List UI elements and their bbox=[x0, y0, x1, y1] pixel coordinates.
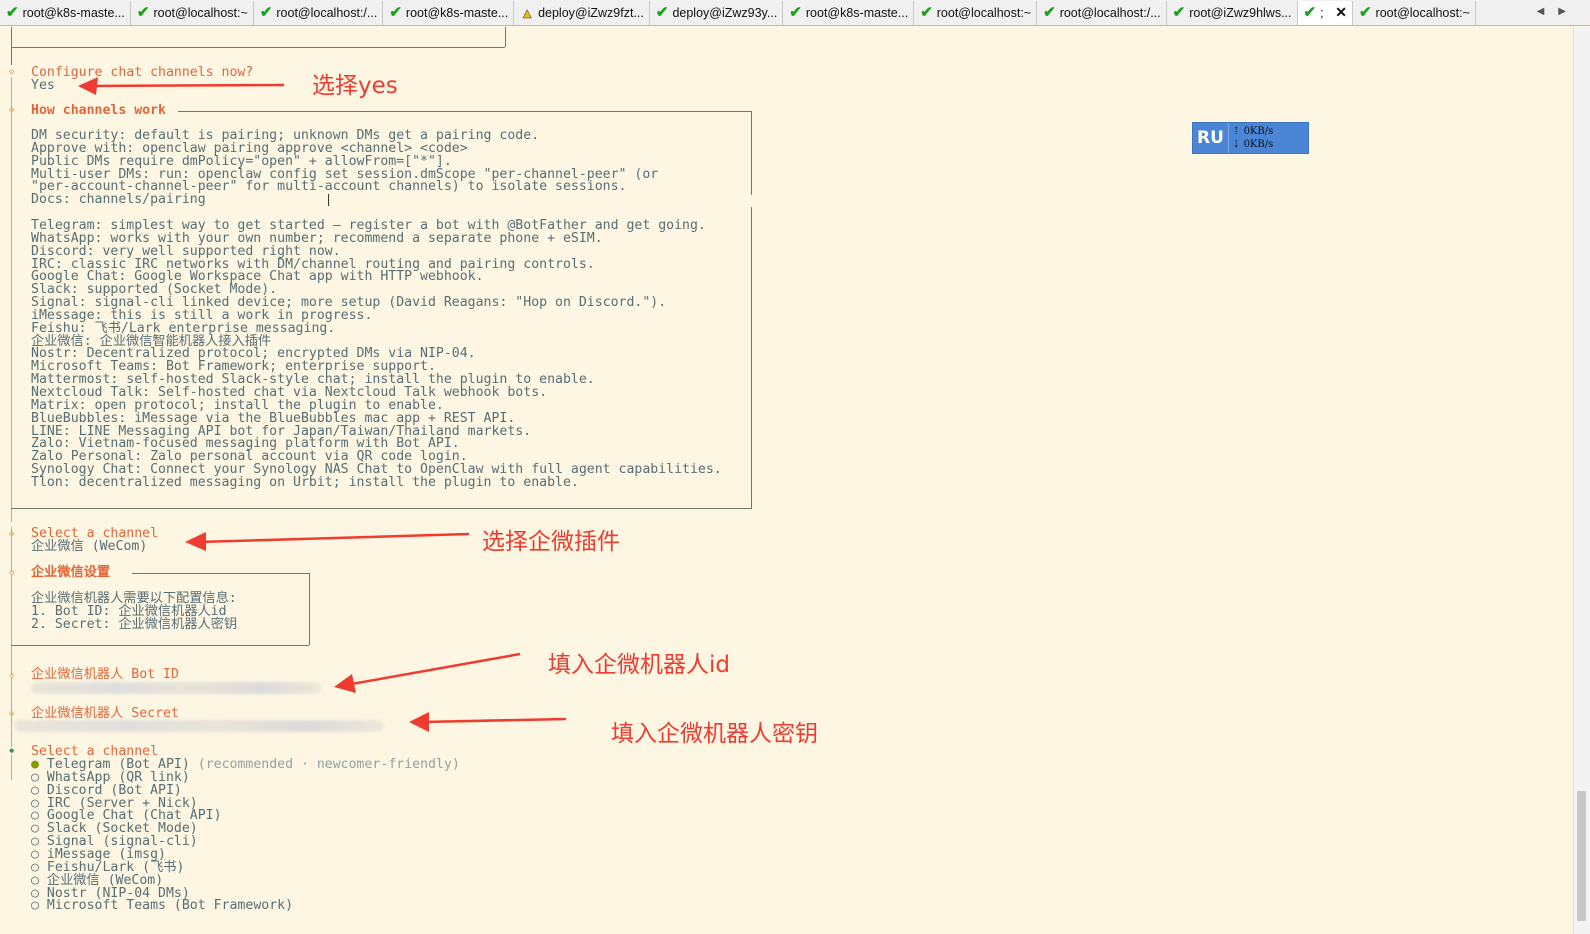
check-icon: ✔ bbox=[920, 4, 933, 21]
wecom-settings-title: 企业微信设置 bbox=[31, 565, 111, 580]
step-bullet: ◇ bbox=[9, 529, 15, 539]
annotation-choose-wecom: 选择企微插件 bbox=[482, 529, 620, 555]
tab-label: root@k8s-maste... bbox=[22, 5, 125, 20]
annotation-fill-secret: 填入企微机器人密钥 bbox=[611, 721, 818, 747]
how-channels-line: Telegram: simplest way to get started — … bbox=[31, 217, 706, 233]
tab-label: root@localhost:~ bbox=[1375, 5, 1470, 20]
how-channels-line: Approve with: openclaw pairing approve <… bbox=[31, 140, 468, 156]
how-channels-line: Tlon: decentralized messaging on Urbit; … bbox=[31, 474, 579, 490]
how-channels-line: BlueBubbles: iMessage via the BlueBubble… bbox=[31, 410, 516, 426]
step-bullet: ◇ bbox=[9, 67, 15, 77]
how-channels-line: Docs: channels/pairing bbox=[31, 192, 206, 208]
how-channels-line: Public DMs require dmPolicy="open" + all… bbox=[31, 153, 452, 169]
check-icon: ✔ bbox=[6, 4, 19, 21]
how-channels-line: Feishu: 飞书/Lark enterprise messaging. bbox=[31, 320, 336, 336]
tab-4[interactable]: ▲ deploy@iZwz9fzt... bbox=[514, 0, 650, 25]
check-icon: ✔ bbox=[389, 4, 402, 21]
text-cursor bbox=[328, 194, 329, 206]
step-bullet: ◇ bbox=[9, 105, 15, 115]
tab-5[interactable]: ✔ deploy@iZwz93y... bbox=[650, 0, 784, 25]
channel-option[interactable]: ○ Microsoft Teams (Bot Framework) bbox=[31, 899, 293, 912]
tab-label: root@iZwz9hlws... bbox=[1189, 5, 1292, 20]
scrollbar-thumb[interactable] bbox=[1577, 791, 1586, 921]
check-icon: ✔ bbox=[1303, 4, 1317, 21]
active-step-bullet: ◆ bbox=[9, 746, 15, 756]
how-channels-title: How channels work bbox=[31, 103, 166, 118]
arrow-yes bbox=[78, 77, 285, 95]
bot-id-redacted bbox=[31, 682, 321, 694]
tab-label: root@k8s-maste... bbox=[805, 5, 909, 20]
tab-label: deploy@iZwz9fzt... bbox=[538, 5, 644, 20]
net-speed-logo: RU bbox=[1193, 123, 1229, 153]
tab-label: root@localhost:/... bbox=[276, 5, 378, 20]
tab-8[interactable]: ✔ root@localhost:/... bbox=[1037, 0, 1167, 25]
warning-icon: ▲ bbox=[520, 4, 535, 21]
radio-empty-icon: ○ bbox=[31, 898, 47, 914]
tab-label: root@k8s-maste... bbox=[405, 5, 509, 20]
check-icon: ✔ bbox=[1043, 4, 1056, 21]
check-icon: ✔ bbox=[1358, 4, 1372, 21]
secret-label: 企业微信机器人 Secret bbox=[31, 706, 179, 721]
tab-scroll-arrows[interactable]: ◀▶ bbox=[1537, 6, 1580, 17]
tab-1[interactable]: ✔ root@localhost:~ bbox=[131, 0, 254, 25]
how-channels-line: Matrix: open protocol; install the plugi… bbox=[31, 397, 444, 413]
check-icon: ✔ bbox=[789, 4, 802, 21]
tab-6[interactable]: ✔ root@k8s-maste... bbox=[783, 0, 915, 25]
terminal-scrollbar[interactable] bbox=[1573, 27, 1590, 934]
how-channels-line: WhatsApp: works with your own number; re… bbox=[31, 230, 603, 246]
tab-9[interactable]: ✔ root@iZwz9hlws... bbox=[1167, 0, 1298, 25]
channel-option-hint: (recommended · newcomer-friendly) bbox=[197, 757, 460, 772]
tab-0[interactable]: ✔ root@k8s-maste... bbox=[0, 0, 131, 25]
tab-7[interactable]: ✔ root@localhost:~ bbox=[914, 0, 1038, 25]
wecom-settings-line: 2. Secret: 企业微信机器人密钥 bbox=[31, 617, 238, 632]
configure-answer: Yes bbox=[31, 78, 55, 93]
close-tab-icon[interactable]: ✕ bbox=[1324, 4, 1347, 21]
step-bullet: ◇ bbox=[9, 568, 15, 578]
download-speed: ⇣ 0KB/s bbox=[1232, 139, 1274, 150]
how-channels-line: iMessage: this is still a work in progre… bbox=[31, 307, 373, 323]
tab-11[interactable]: ✔ root@localhost:~ bbox=[1353, 0, 1476, 25]
tab-bar: ✔ root@k8s-maste... ✔ root@localhost:~ ✔ root… bbox=[0, 0, 1590, 26]
arrow-secret bbox=[409, 712, 567, 732]
how-channels-line: Discord: very well supported right now. bbox=[31, 243, 341, 259]
step-bullet: ◇ bbox=[9, 671, 15, 681]
tab-3[interactable]: ✔ root@k8s-maste... bbox=[383, 0, 515, 25]
terminal-output[interactable]: ◇ ◇ ◇ ◇ ◇ ◇ ◆ Configure chat channels no… bbox=[0, 27, 1590, 934]
arrow-wecom bbox=[185, 532, 470, 551]
bot-id-label: 企业微信机器人 Bot ID bbox=[31, 667, 179, 682]
check-icon: ✔ bbox=[259, 4, 273, 21]
secret-redacted bbox=[14, 720, 384, 732]
selected-channel: 企业微信 (WeCom) bbox=[31, 539, 148, 554]
arrow-bot-id bbox=[334, 652, 521, 693]
annotation-fill-bot-id: 填入企微机器人id bbox=[548, 652, 730, 678]
annotation-choose-yes: 选择yes bbox=[312, 73, 398, 99]
tab-2[interactable]: ✔ root@localhost:/... bbox=[254, 0, 384, 25]
tab-label: root@localhost:~ bbox=[936, 5, 1032, 20]
check-icon: ✔ bbox=[136, 4, 150, 21]
upload-speed: ⇡ 0KB/s bbox=[1232, 126, 1274, 137]
tab-label: root@localhost:/... bbox=[1059, 5, 1161, 20]
tab-label: root@localhost:~ bbox=[153, 5, 248, 20]
net-speed-widget[interactable]: RU ⇡ 0KB/s ⇣ 0KB/s bbox=[1192, 122, 1309, 154]
tab-10[interactable]: ✔; ✕ bbox=[1297, 0, 1353, 25]
tab-label: deploy@iZwz93y... bbox=[672, 5, 778, 20]
channel-option-label: Microsoft Teams (Bot Framework) bbox=[46, 898, 294, 914]
step-bullet: ◇ bbox=[9, 709, 15, 719]
check-icon: ✔ bbox=[655, 4, 669, 21]
check-icon: ✔ bbox=[1172, 4, 1186, 21]
